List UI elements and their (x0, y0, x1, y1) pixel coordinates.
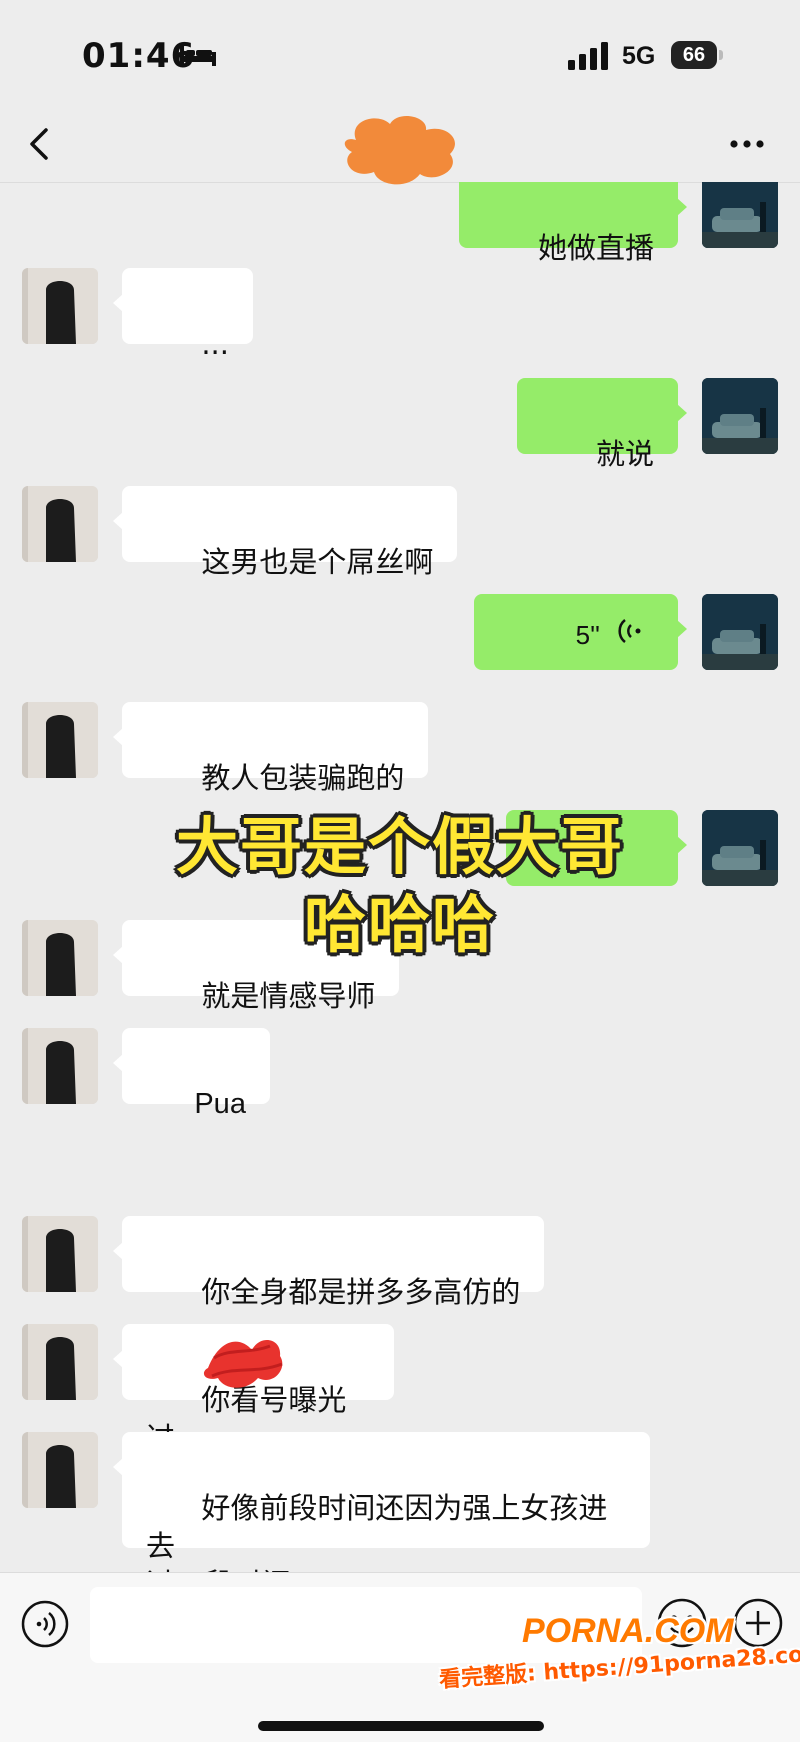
avatar[interactable] (702, 378, 778, 454)
avatar[interactable] (22, 1432, 98, 1508)
message-list[interactable]: 她做直播 ... 就说 这男也是个屌丝啊 5'' 教人包装骗跑的 就是情感导师 … (0, 182, 800, 1572)
message-text: 就说 (595, 437, 654, 471)
message-text: 教人包装骗跑的 (201, 761, 405, 795)
avatar[interactable] (22, 702, 98, 778)
home-indicator (258, 1721, 544, 1731)
voice-playback-icon (618, 619, 641, 643)
message-bubble[interactable]: 好像前段时间还因为强上女孩进去 过一段时间 (113, 1432, 650, 1572)
status-time: 01:46 (82, 36, 196, 76)
message-text: 这男也是个屌丝啊 (201, 545, 434, 579)
overlay-caption-line2: 哈哈哈 (303, 888, 496, 961)
message-bubble[interactable]: 这男也是个屌丝啊 (112, 486, 458, 579)
battery-tip (719, 50, 723, 60)
avatar[interactable] (22, 1324, 98, 1400)
message-text: 好像前段时间还因为强上女孩进去 过一段时间 (146, 1491, 608, 1572)
contact-avatar-image (22, 1324, 98, 1400)
contact-avatar-image (22, 486, 98, 562)
message-bubble[interactable]: 她做直播 (458, 182, 688, 265)
message-received: ... (0, 268, 800, 361)
avatar[interactable] (702, 594, 778, 670)
message-received: 好像前段时间还因为强上女孩进去 过一段时间 (0, 1432, 800, 1572)
message-bubble[interactable]: 就说 (516, 378, 688, 471)
message-received: 你看号曝光过 (0, 1324, 800, 1455)
message-bubble[interactable]: ... (113, 268, 253, 361)
contact-name-redaction (344, 116, 455, 185)
message-text: ... (201, 327, 229, 361)
overlay-caption-line1: 大哥是个假大哥 (175, 810, 624, 883)
self-avatar-image (702, 378, 778, 454)
chevron-left-icon[interactable] (22, 124, 58, 164)
message-text: 就是情感导师 (201, 979, 376, 1013)
avatar[interactable] (22, 486, 98, 562)
avatar[interactable] (702, 182, 778, 248)
red-scribble-redaction (203, 1339, 283, 1388)
message-received: 你全身都是拼多多高仿的 (0, 1216, 800, 1309)
message-sent: 就说 (0, 378, 800, 471)
message-received: Pua (0, 1028, 800, 1120)
message-sent: 她做直播 (0, 182, 800, 265)
contact-avatar-image (22, 1216, 98, 1292)
sleep-focus-icon (180, 46, 216, 66)
avatar[interactable] (22, 268, 98, 344)
voice-message-bubble[interactable]: 5'' (474, 594, 687, 670)
message-text: 你全身都是拼多多高仿的 (201, 1275, 521, 1309)
voice-wave-icon[interactable] (20, 1599, 70, 1649)
cellular-signal-icon (568, 42, 608, 70)
status-bar: 01:46 5G 66 (0, 0, 800, 110)
contact-avatar-image (22, 1028, 98, 1104)
self-avatar-image (702, 594, 778, 670)
message-bubble[interactable]: 你全身都是拼多多高仿的 (112, 1216, 545, 1309)
contact-avatar-image (22, 1432, 98, 1508)
message-sent-voice: 5'' (0, 594, 800, 684)
more-dots-icon[interactable] (728, 138, 766, 150)
battery-level: 66 (671, 41, 717, 69)
avatar[interactable] (22, 1028, 98, 1104)
self-avatar-image (702, 182, 778, 248)
avatar[interactable] (22, 1216, 98, 1292)
message-text: Pua (194, 1088, 246, 1120)
contact-avatar-image (22, 702, 98, 778)
message-received: 教人包装骗跑的 (0, 702, 800, 795)
message-bubble[interactable]: Pua (113, 1028, 270, 1120)
contact-avatar-image (22, 268, 98, 344)
message-bubble[interactable]: 教人包装骗跑的 (112, 702, 429, 795)
voice-duration: 5'' (575, 620, 600, 650)
chat-header (0, 110, 800, 185)
message-text: 她做直播 (537, 231, 654, 265)
network-type: 5G (622, 42, 656, 70)
message-received: 这男也是个屌丝啊 (0, 486, 800, 579)
